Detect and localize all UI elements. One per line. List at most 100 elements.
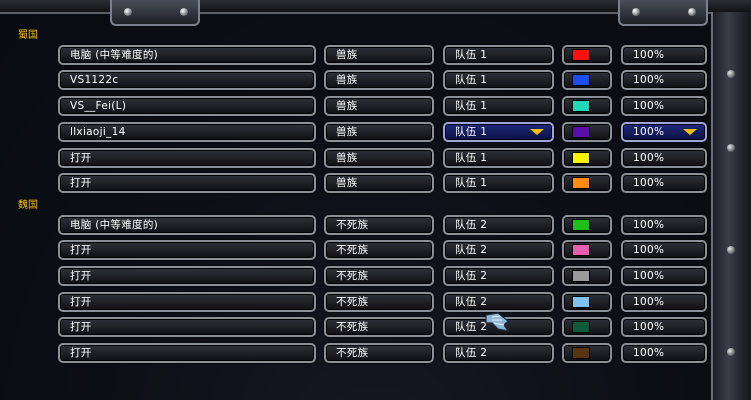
handicap-dropdown[interactable]: 100% [621, 240, 707, 260]
color-dropdown[interactable] [562, 343, 612, 363]
handicap-dropdown[interactable]: 100% [621, 70, 707, 90]
team-label: 队伍 2 [455, 296, 488, 308]
color-swatch [572, 152, 590, 164]
race-label: 不死族 [336, 321, 369, 333]
race-dropdown[interactable]: 兽族 [324, 148, 434, 168]
player-name-dropdown[interactable]: 打开 [58, 292, 316, 312]
handicap-dropdown[interactable]: 100% [621, 292, 707, 312]
color-swatch [572, 244, 590, 256]
color-swatch [572, 49, 590, 61]
color-dropdown[interactable] [562, 96, 612, 116]
team-dropdown[interactable]: 队伍 1 [443, 173, 554, 193]
player-name-dropdown[interactable]: llxiaoji_14 [58, 122, 316, 142]
race-label: 兽族 [336, 177, 358, 189]
color-dropdown[interactable] [562, 45, 612, 65]
color-dropdown[interactable] [562, 70, 612, 90]
player-name-dropdown[interactable]: 打开 [58, 240, 316, 260]
player-name-dropdown[interactable]: 打开 [58, 148, 316, 168]
player-slot-row: VS__Fei(L) 兽族 队伍 1 100% [0, 96, 711, 116]
handicap-dropdown[interactable]: 100% [621, 173, 707, 193]
handicap-dropdown[interactable]: 100% [621, 148, 707, 168]
handicap-label: 100% [633, 126, 665, 138]
rivet-icon [727, 70, 735, 78]
handicap-label: 100% [633, 321, 665, 333]
team-dropdown[interactable]: 队伍 2 [443, 215, 554, 235]
team-label: 队伍 1 [455, 74, 488, 86]
player-name-label: 电脑 (中等难度的) [70, 49, 159, 61]
player-slot-row: 电脑 (中等难度的) 兽族 队伍 1 100% [0, 45, 711, 65]
player-name-dropdown[interactable]: 打开 [58, 173, 316, 193]
player-slot-row: 打开 不死族 队伍 2 100% [0, 343, 711, 363]
color-dropdown[interactable] [562, 317, 612, 337]
team-dropdown[interactable]: 队伍 2 [443, 292, 554, 312]
race-dropdown[interactable]: 不死族 [324, 317, 434, 337]
race-dropdown[interactable]: 不死族 [324, 292, 434, 312]
handicap-label: 100% [633, 49, 665, 61]
color-swatch [572, 74, 590, 86]
color-dropdown[interactable] [562, 266, 612, 286]
team-dropdown[interactable]: 队伍 1 [443, 148, 554, 168]
color-dropdown[interactable] [562, 173, 612, 193]
handicap-label: 100% [633, 296, 665, 308]
player-name-label: 打开 [70, 347, 92, 359]
handicap-dropdown[interactable]: 100% [621, 266, 707, 286]
player-slot-row: 打开 不死族 队伍 2 100% [0, 240, 711, 260]
team-dropdown[interactable]: 队伍 2 [443, 343, 554, 363]
race-dropdown[interactable]: 不死族 [324, 343, 434, 363]
group-label-2: 魏国 [18, 200, 38, 211]
race-label: 不死族 [336, 219, 369, 231]
team-dropdown[interactable]: 队伍 1 [443, 122, 554, 142]
team-label: 队伍 1 [455, 126, 488, 138]
player-name-dropdown[interactable]: VS1122c [58, 70, 316, 90]
color-swatch [572, 347, 590, 359]
player-name-dropdown[interactable]: 打开 [58, 317, 316, 337]
race-dropdown[interactable]: 兽族 [324, 45, 434, 65]
race-label: 不死族 [336, 347, 369, 359]
player-name-dropdown[interactable]: 打开 [58, 266, 316, 286]
team-dropdown[interactable]: 队伍 2 [443, 240, 554, 260]
race-dropdown[interactable]: 兽族 [324, 122, 434, 142]
handicap-label: 100% [633, 347, 665, 359]
color-dropdown[interactable] [562, 148, 612, 168]
handicap-dropdown[interactable]: 100% [621, 96, 707, 116]
handicap-dropdown[interactable]: 100% [621, 317, 707, 337]
color-swatch [572, 321, 590, 333]
race-dropdown[interactable]: 兽族 [324, 173, 434, 193]
player-slot-row: 打开 不死族 队伍 2 100% [0, 266, 711, 286]
rivet-icon [727, 144, 735, 152]
race-label: 兽族 [336, 152, 358, 164]
team-dropdown[interactable]: 队伍 1 [443, 96, 554, 116]
player-name-label: 打开 [70, 244, 92, 256]
handicap-dropdown[interactable]: 100% [621, 122, 707, 142]
handicap-dropdown[interactable]: 100% [621, 215, 707, 235]
race-dropdown[interactable]: 不死族 [324, 240, 434, 260]
race-label: 不死族 [336, 270, 369, 282]
player-name-dropdown[interactable]: 电脑 (中等难度的) [58, 45, 316, 65]
player-name-dropdown[interactable]: VS__Fei(L) [58, 96, 316, 116]
color-dropdown[interactable] [562, 122, 612, 142]
color-swatch [572, 100, 590, 112]
player-name-dropdown[interactable]: 电脑 (中等难度的) [58, 215, 316, 235]
team-dropdown[interactable]: 队伍 2 [443, 266, 554, 286]
team-label: 队伍 2 [455, 270, 488, 282]
race-dropdown[interactable]: 兽族 [324, 70, 434, 90]
team-label: 队伍 1 [455, 49, 488, 61]
race-dropdown[interactable]: 兽族 [324, 96, 434, 116]
color-dropdown[interactable] [562, 292, 612, 312]
rivet-icon [727, 348, 735, 356]
color-dropdown[interactable] [562, 240, 612, 260]
team-dropdown[interactable]: 队伍 1 [443, 45, 554, 65]
player-slot-row: llxiaoji_14 兽族 队伍 1 100% [0, 122, 711, 142]
chevron-down-icon [530, 129, 544, 135]
handicap-dropdown[interactable]: 100% [621, 45, 707, 65]
race-dropdown[interactable]: 不死族 [324, 266, 434, 286]
color-swatch [572, 296, 590, 308]
race-dropdown[interactable]: 不死族 [324, 215, 434, 235]
color-swatch [572, 219, 590, 231]
player-name-dropdown[interactable]: 打开 [58, 343, 316, 363]
handicap-dropdown[interactable]: 100% [621, 343, 707, 363]
team-label: 队伍 1 [455, 177, 488, 189]
color-dropdown[interactable] [562, 215, 612, 235]
team-dropdown[interactable]: 队伍 1 [443, 70, 554, 90]
handicap-label: 100% [633, 177, 665, 189]
